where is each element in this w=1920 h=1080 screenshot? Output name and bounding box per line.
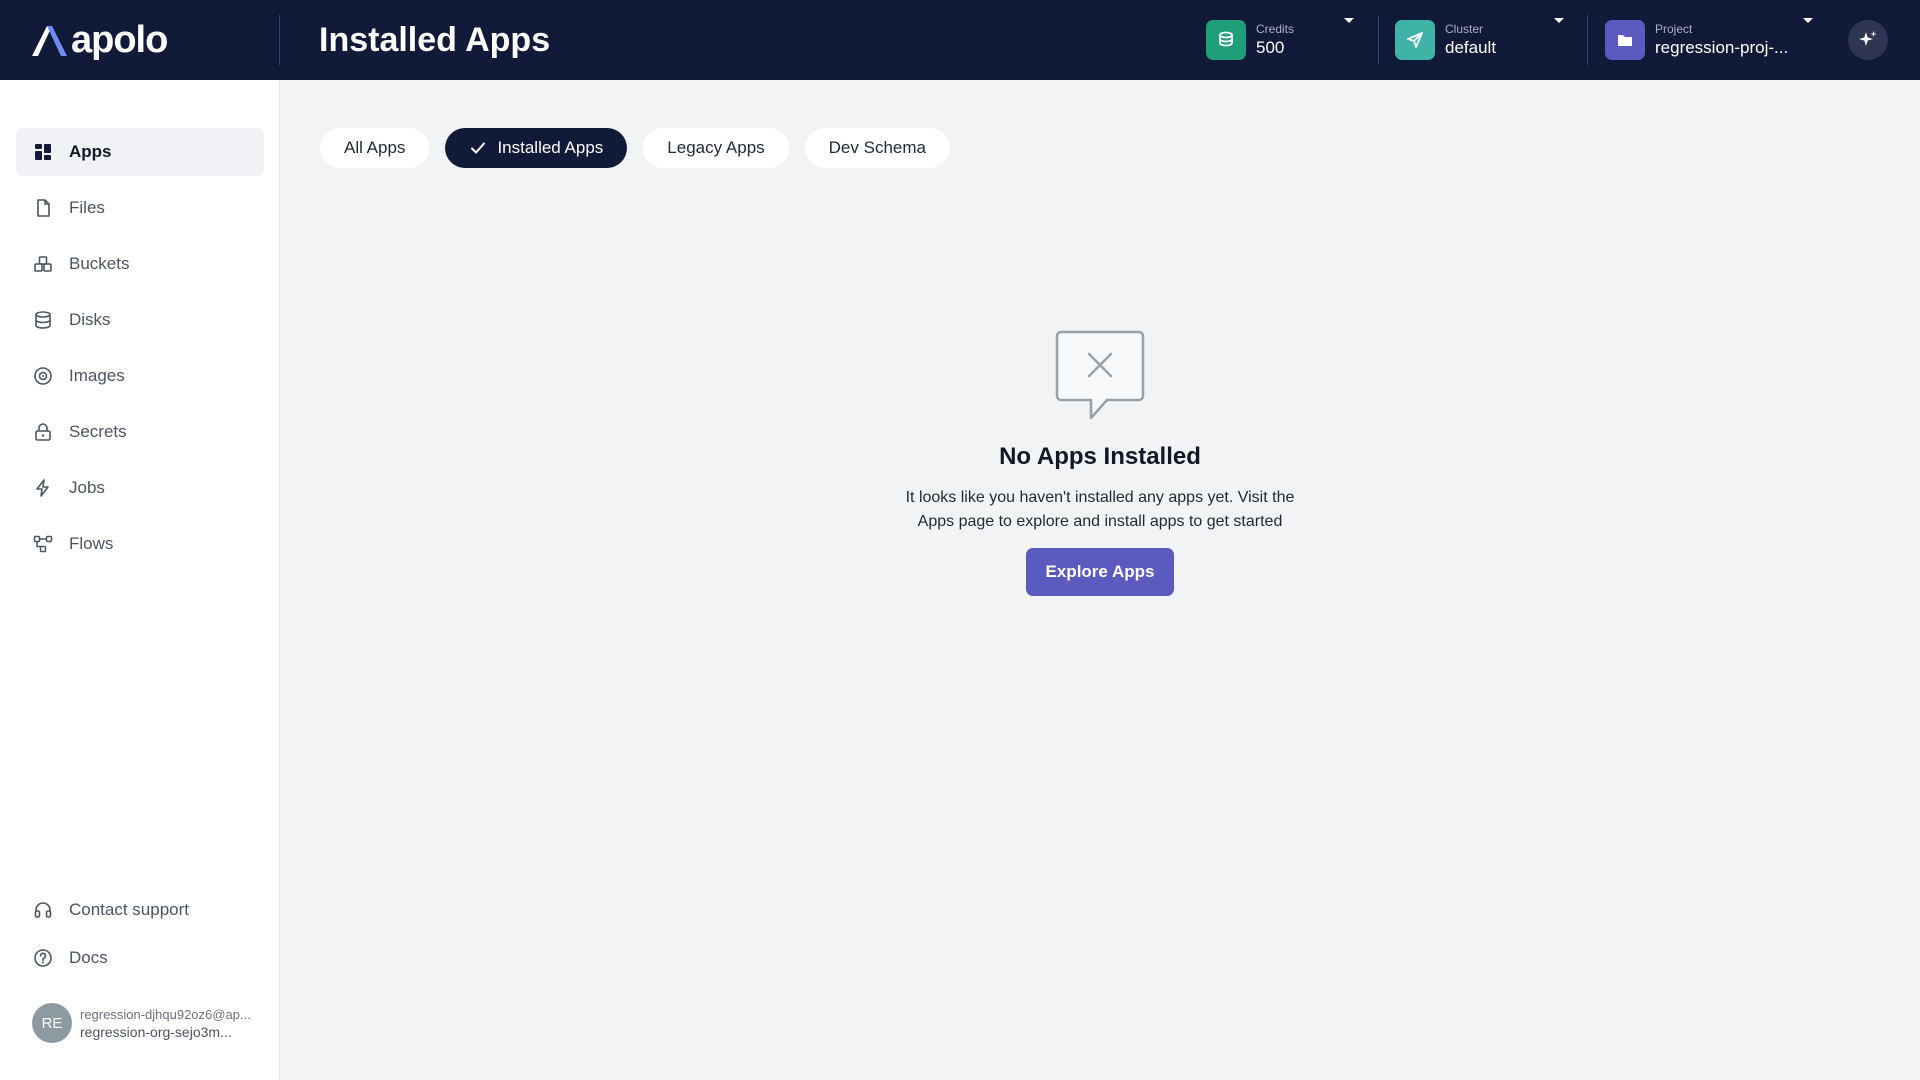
sidebar-item-files[interactable]: Files xyxy=(16,184,264,232)
credits-label: Credits xyxy=(1256,21,1295,36)
project-chevron-down-icon[interactable] xyxy=(1803,18,1813,23)
sidebar-item-label: Secrets xyxy=(69,422,127,441)
sidebar-item-docs[interactable]: Docs xyxy=(16,934,264,982)
explore-apps-button[interactable]: Explore Apps xyxy=(1025,548,1175,596)
empty-state-description: It looks like you haven't installed any … xyxy=(905,489,1295,530)
user-org: regression-org-sejo3m... xyxy=(80,1023,232,1040)
tab-label: All Apps xyxy=(344,138,406,157)
sidebar-item-label: Jobs xyxy=(69,478,105,497)
cluster-selector[interactable]: Cluster default xyxy=(1395,18,1565,62)
sidebar-item-images[interactable]: Images xyxy=(16,352,264,400)
disc-icon xyxy=(33,366,53,386)
tab-all-apps[interactable]: All Apps xyxy=(320,128,430,168)
check-icon xyxy=(469,139,487,157)
project-selector[interactable]: Project regression-proj-... xyxy=(1605,18,1830,62)
headset-icon xyxy=(33,900,53,920)
sidebar-item-contact-support[interactable]: Contact support xyxy=(16,886,264,934)
tab-label: Legacy Apps xyxy=(667,138,765,157)
lightning-icon xyxy=(33,478,53,498)
logo-text: apolo xyxy=(71,19,168,61)
page-title: Installed Apps xyxy=(319,21,551,59)
buckets-icon xyxy=(33,254,53,274)
user-email: regression-djhqu92oz6@ap... xyxy=(80,1006,251,1022)
file-icon xyxy=(33,198,53,218)
send-icon xyxy=(1395,20,1435,60)
cluster-label: Cluster xyxy=(1445,21,1484,36)
cluster-value: default xyxy=(1445,37,1497,57)
app-filter-tabs: All Apps Installed Apps Legacy Apps Dev … xyxy=(320,128,950,168)
sidebar-item-label: Apps xyxy=(69,142,112,161)
avatar: RE xyxy=(32,1003,72,1043)
sidebar-item-buckets[interactable]: Buckets xyxy=(16,240,264,288)
sidebar-item-flows[interactable]: Flows xyxy=(16,520,264,568)
flow-icon xyxy=(33,534,53,554)
sidebar-item-label: Images xyxy=(69,366,125,385)
sidebar-item-apps[interactable]: Apps xyxy=(16,128,264,176)
sidebar-item-label: Disks xyxy=(69,310,111,329)
tab-installed-apps[interactable]: Installed Apps xyxy=(445,128,628,168)
sidebar-item-secrets[interactable]: Secrets xyxy=(16,408,264,456)
credits-value: 500 xyxy=(1256,37,1285,57)
assistant-button[interactable] xyxy=(1848,20,1888,60)
sidebar-item-label: Contact support xyxy=(69,900,190,919)
credits-chevron-down-icon[interactable] xyxy=(1344,18,1354,23)
sidebar-item-label: Docs xyxy=(69,948,108,967)
empty-state: No Apps Installed It looks like you have… xyxy=(880,330,1320,596)
sidebar-item-jobs[interactable]: Jobs xyxy=(16,464,264,512)
user-profile[interactable]: RE regression-djhqu92oz6@ap... regressio… xyxy=(32,1002,262,1044)
message-x-icon xyxy=(1055,330,1145,420)
sidebar-item-label: Buckets xyxy=(69,254,130,273)
question-icon xyxy=(33,948,53,968)
header-divider xyxy=(1587,15,1588,65)
tab-dev-schema[interactable]: Dev Schema xyxy=(804,128,950,168)
apolo-logo-icon xyxy=(32,26,67,56)
coins-icon xyxy=(1206,20,1246,60)
database-icon xyxy=(33,310,53,330)
project-value: regression-proj-... xyxy=(1655,37,1789,57)
sidebar: Apps Files Buckets Disks Images Secrets xyxy=(0,80,280,1080)
apolo-logo[interactable]: apolo xyxy=(30,18,168,62)
empty-state-title: No Apps Installed xyxy=(999,443,1201,470)
sidebar-item-label: Files xyxy=(69,198,105,217)
folder-icon xyxy=(1605,20,1645,60)
top-bar: apolo Installed Apps Credits 500 Cluster… xyxy=(0,0,1920,80)
tab-legacy-apps[interactable]: Legacy Apps xyxy=(643,128,789,168)
credits-selector[interactable]: Credits 500 xyxy=(1206,18,1366,62)
sparkles-icon xyxy=(1859,31,1877,46)
sidebar-item-label: Flows xyxy=(69,534,114,553)
header-divider xyxy=(279,15,280,65)
tab-label: Installed Apps xyxy=(497,138,604,157)
header-divider xyxy=(1378,15,1379,65)
tab-label: Dev Schema xyxy=(828,138,926,157)
cluster-chevron-down-icon[interactable] xyxy=(1554,18,1564,23)
lock-icon xyxy=(33,422,53,442)
apps-grid-icon xyxy=(33,142,53,162)
project-label: Project xyxy=(1655,21,1693,36)
sidebar-item-disks[interactable]: Disks xyxy=(16,296,264,344)
